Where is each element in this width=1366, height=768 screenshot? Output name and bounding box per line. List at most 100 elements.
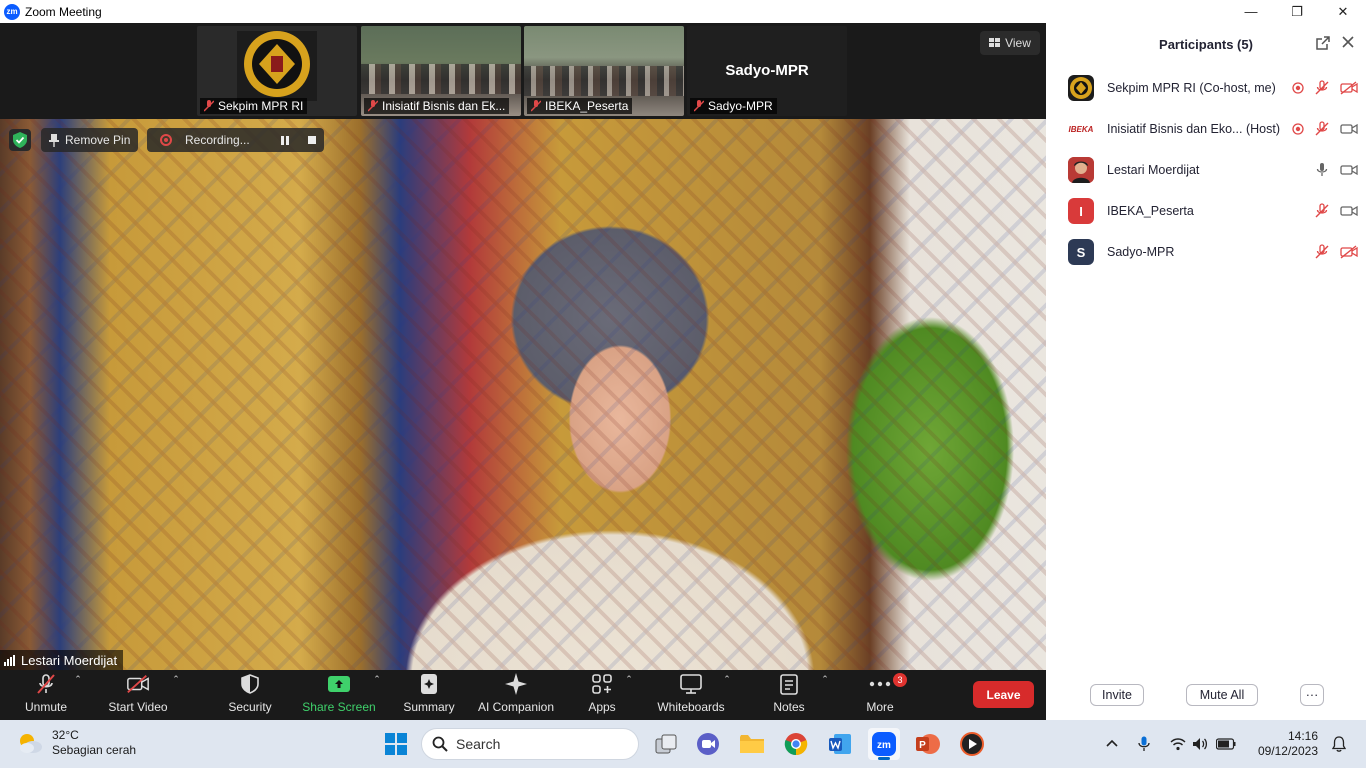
stop-recording-button[interactable] (302, 130, 322, 150)
thumbnail-sadyo[interactable]: Sadyo-MPR Sadyo-MPR (687, 26, 847, 116)
sun-cloud-icon (20, 734, 42, 753)
thumbnail-name: Sekpim MPR RI (200, 98, 308, 114)
share-screen-button[interactable]: Share Screen (300, 670, 378, 720)
audio-options-caret[interactable]: ⌃ (72, 670, 84, 720)
windows-taskbar: 32°C Sebagian cerah zm P 14:16 (0, 720, 1366, 768)
meeting-area: Sekpim MPR RI Inisiatif Bisnis dan Ek...… (0, 23, 1046, 720)
initial-avatar: I (1068, 198, 1094, 224)
task-view-icon (655, 734, 677, 754)
recording-indicator: Recording... (147, 128, 324, 152)
crowd-image (361, 64, 521, 94)
video-off-icon[interactable] (1340, 245, 1358, 259)
crowd-image (524, 66, 684, 96)
participant-row[interactable]: S Sadyo-MPR (1068, 238, 1358, 266)
view-button[interactable]: View (980, 31, 1040, 55)
speaker-icon[interactable] (1192, 737, 1208, 751)
ai-companion-button[interactable]: AI Companion (475, 670, 557, 720)
word-icon (829, 734, 851, 754)
battery-icon[interactable] (1215, 738, 1236, 750)
security-shield-icon[interactable] (9, 129, 31, 151)
recording-dot-icon (1292, 123, 1304, 135)
mic-muted-icon[interactable] (1314, 121, 1330, 137)
leave-button[interactable]: Leave (973, 681, 1034, 708)
video-off-icon[interactable] (1340, 81, 1358, 95)
chrome-app[interactable] (780, 728, 812, 760)
close-panel-icon[interactable] (1342, 36, 1354, 48)
weather-widget[interactable]: 32°C Sebagian cerah (16, 728, 136, 758)
video-on-icon[interactable] (1340, 122, 1358, 136)
notification-bell-icon[interactable] (1332, 736, 1346, 752)
search-input[interactable] (456, 736, 626, 752)
participant-row[interactable]: Lestari Moerdijat (1068, 156, 1358, 184)
grid-view-icon (989, 38, 1001, 47)
start-video-button[interactable]: Start Video (106, 670, 170, 720)
mic-muted-icon[interactable] (1314, 244, 1330, 260)
invite-button[interactable]: Invite (1090, 684, 1144, 706)
wifi-icon[interactable] (1170, 737, 1186, 751)
powerpoint-app[interactable]: P (912, 728, 944, 760)
file-explorer-app[interactable] (736, 728, 768, 760)
microphone-icon[interactable] (1138, 736, 1150, 752)
mic-muted-icon[interactable] (1314, 203, 1330, 219)
thumbnail-name: Sadyo-MPR (690, 98, 777, 114)
notes-options-caret[interactable]: ⌃ (819, 670, 831, 720)
notes-icon (777, 672, 801, 696)
apps-button[interactable]: Apps (584, 670, 620, 720)
participant-row[interactable]: I IBEKA_Peserta (1068, 197, 1358, 225)
thumbnail-ibeka-peserta[interactable]: IBEKA_Peserta (524, 26, 684, 116)
svg-text:zm: zm (877, 740, 891, 751)
system-tray: 14:16 09/12/2023 (1106, 720, 1366, 768)
mic-on-icon[interactable] (1314, 162, 1330, 178)
signal-bars-icon (4, 654, 15, 666)
clock-time: 14:16 (1287, 729, 1318, 743)
pin-icon (49, 133, 59, 147)
chrome-icon (784, 733, 808, 756)
mic-muted-icon[interactable] (1314, 80, 1330, 96)
ibeka-logo-avatar: IBEKA (1068, 116, 1094, 142)
start-button[interactable] (380, 728, 412, 760)
play-circle-icon (960, 732, 984, 756)
thumbnail-sekpim[interactable]: Sekpim MPR RI (197, 26, 357, 116)
word-app[interactable] (824, 728, 856, 760)
minimize-button[interactable]: — (1228, 0, 1274, 23)
clock[interactable]: 14:16 09/12/2023 (1258, 729, 1318, 759)
zoom-logo-icon: zm (4, 3, 20, 20)
whiteboards-button[interactable]: Whiteboards (654, 670, 728, 720)
thumbnail-strip: Sekpim MPR RI Inisiatif Bisnis dan Ek...… (0, 23, 1046, 119)
share-options-caret[interactable]: ⌃ (371, 670, 383, 720)
notes-button[interactable]: Notes (770, 670, 808, 720)
summary-button[interactable]: Summary (400, 670, 458, 720)
participants-more-button[interactable]: ··· (1300, 684, 1324, 706)
search-icon (432, 736, 448, 752)
photo-avatar (1068, 157, 1094, 183)
remove-pin-button[interactable]: Remove Pin (41, 128, 139, 152)
whiteboards-options-caret[interactable]: ⌃ (721, 670, 733, 720)
window-title: Zoom Meeting (25, 4, 102, 19)
svg-text:P: P (919, 740, 926, 751)
video-on-icon[interactable] (1340, 163, 1358, 177)
teams-chat-app[interactable] (692, 728, 724, 760)
apps-options-caret[interactable]: ⌃ (623, 670, 635, 720)
restore-button[interactable]: ❐ (1274, 0, 1320, 23)
mute-all-button[interactable]: Mute All (1186, 684, 1258, 706)
main-speaker-video[interactable] (0, 119, 1046, 670)
share-screen-icon (327, 672, 351, 696)
close-window-button[interactable]: ✕ (1320, 0, 1366, 23)
video-options-caret[interactable]: ⌃ (170, 670, 182, 720)
video-on-icon[interactable] (1340, 204, 1358, 218)
pause-recording-button[interactable] (275, 130, 295, 150)
thumbnail-inisiatif[interactable]: Inisiatif Bisnis dan Ek... (361, 26, 521, 116)
folder-icon (740, 735, 764, 753)
media-player-app[interactable] (956, 728, 988, 760)
security-button[interactable]: Security (226, 670, 274, 720)
popout-icon[interactable] (1316, 36, 1330, 50)
chevron-up-icon[interactable] (1106, 738, 1118, 750)
zoom-app[interactable]: zm (868, 728, 900, 760)
participant-row[interactable]: IBEKA Inisiatif Bisnis dan Eko... (Host) (1068, 115, 1358, 143)
task-view-button[interactable] (650, 728, 682, 760)
unmute-button[interactable]: Unmute (22, 670, 70, 720)
taskbar-search[interactable] (421, 728, 639, 760)
powerpoint-icon: P (916, 734, 940, 754)
pause-icon (281, 135, 289, 145)
participant-row[interactable]: Sekpim MPR RI (Co-host, me) (1068, 74, 1358, 102)
